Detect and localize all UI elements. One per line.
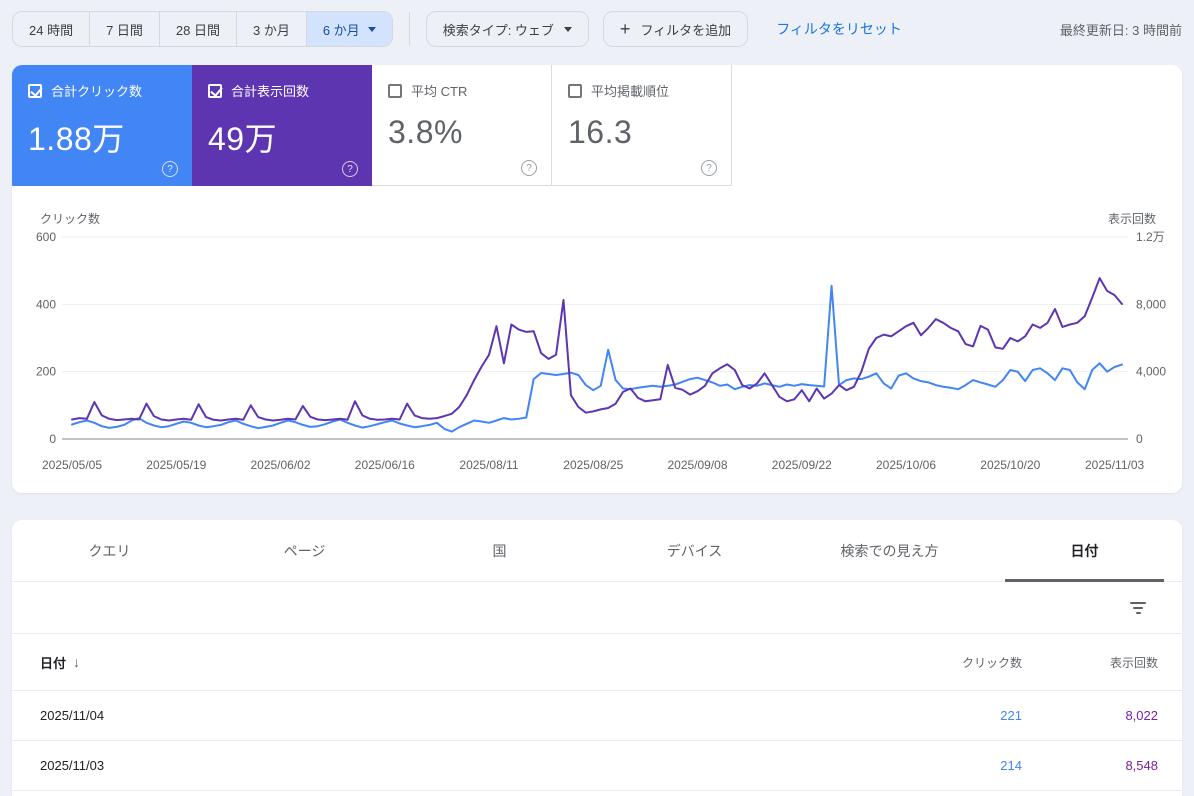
sort-descending-icon: ↓ — [73, 654, 81, 670]
checkbox-checked-icon[interactable] — [208, 83, 222, 98]
tab-ページ[interactable]: ページ — [207, 520, 402, 581]
tab-active-日付[interactable]: 日付 — [987, 520, 1182, 582]
svg-text:2025/10/20: 2025/10/20 — [980, 458, 1040, 472]
reset-filters-link[interactable]: フィルタをリセット — [776, 19, 902, 39]
table-row[interactable]: 2025/11/03 214 8,548 — [12, 741, 1182, 791]
date-column-header[interactable]: 日付 ↓ — [40, 653, 892, 672]
table-body: 2025/11/04 221 8,022 2025/11/03 214 8,548 — [12, 691, 1182, 791]
svg-text:0: 0 — [1136, 432, 1143, 446]
tab-デバイス[interactable]: デバイス — [597, 520, 792, 581]
help-icon[interactable]: ? — [162, 161, 178, 177]
svg-text:2025/09/22: 2025/09/22 — [772, 458, 832, 472]
clicks-column-header[interactable]: クリック数 — [892, 654, 1022, 671]
performance-panel: 合計クリック数 1.88万 ? 合計表示回数 49万 ? 平均 CTR 3.8%… — [12, 65, 1182, 493]
total-clicks-value: 1.88万 — [28, 121, 125, 157]
svg-text:8,000: 8,000 — [1136, 297, 1166, 311]
table-header-row: 日付 ↓ クリック数 表示回数 — [12, 634, 1182, 691]
plus-icon: + — [619, 19, 631, 39]
last-updated-text: 最終更新日: 3 時間前 — [1059, 22, 1182, 38]
svg-text:2025/11/03: 2025/11/03 — [1085, 458, 1144, 472]
date-range-chip[interactable]: 7 日間 — [89, 12, 159, 46]
toolbar-divider — [408, 12, 410, 46]
total-impressions-label: 合計表示回数 — [231, 84, 310, 99]
date-range-chip[interactable]: 3 か月 — [236, 12, 306, 46]
dimension-tabs: クエリ ページ国デバイス 検索での見え方 日付 — [12, 520, 1182, 582]
svg-text:2025/08/25: 2025/08/25 — [563, 458, 623, 472]
date-range-chip[interactable]: 24 時間 — [13, 12, 89, 46]
row-impressions-value: 8,548 — [1125, 758, 1158, 773]
table-row[interactable]: 2025/11/04 221 8,022 — [12, 691, 1182, 741]
row-date: 2025/11/03 — [40, 758, 105, 773]
total-clicks-label: 合計クリック数 — [51, 84, 143, 99]
tab-国[interactable]: 国 — [402, 520, 597, 581]
checkbox-unchecked-icon[interactable] — [388, 83, 402, 98]
svg-text:2025/05/19: 2025/05/19 — [146, 458, 206, 472]
row-clicks-value: 214 — [1000, 758, 1022, 773]
search-type-label: 検索タイプ: ウェブ — [442, 22, 554, 38]
filter-toolbar: 24 時間 7 日間 28 日間 3 か月 6 か月 検索タイプ: ウェブ + フィルタ… — [0, 0, 1194, 48]
metric-cards-row: 合計クリック数 1.88万 ? 合計表示回数 49万 ? 平均 CTR 3.8%… — [12, 65, 1182, 186]
svg-text:200: 200 — [36, 365, 56, 379]
row-clicks-value: 221 — [1000, 708, 1022, 723]
performance-chart: クリック数 表示回数 0 200 400 600 0 4,000 8,000 1.2万 2025… — [12, 186, 1182, 481]
average-ctr-value: 3.8% — [388, 114, 463, 150]
add-filter-label: フィルタを追加 — [640, 22, 732, 38]
total-clicks-card[interactable]: 合計クリック数 1.88万 ? — [12, 65, 192, 186]
dimensions-panel: クエリ ページ国デバイス 検索での見え方 日付 日付 ↓ クリック数 表示回数 202… — [12, 520, 1182, 796]
total-impressions-value: 49万 — [208, 121, 278, 157]
svg-text:1.2万: 1.2万 — [1136, 230, 1165, 244]
svg-text:2025/05/05: 2025/05/05 — [42, 458, 102, 472]
average-ctr-label: 平均 CTR — [411, 84, 468, 99]
help-icon[interactable]: ? — [342, 161, 358, 177]
add-filter-button[interactable]: + フィルタを追加 — [602, 11, 749, 47]
svg-text:2025/06/02: 2025/06/02 — [250, 458, 310, 472]
chevron-down-icon — [563, 26, 572, 32]
search-type-dropdown[interactable]: 検索タイプ: ウェブ — [425, 11, 589, 47]
tab-検索での見え方[interactable]: 検索での見え方 — [792, 520, 987, 581]
total-impressions-card[interactable]: 合計表示回数 49万 ? — [192, 65, 372, 186]
clicks-impressions-line-chart[interactable]: 0 200 400 600 0 4,000 8,000 1.2万 2025/05/05 2025/… — [12, 229, 1182, 481]
svg-text:400: 400 — [36, 297, 56, 311]
help-icon[interactable]: ? — [521, 160, 537, 176]
svg-text:2025/10/06: 2025/10/06 — [876, 458, 936, 472]
chevron-down-icon — [367, 26, 376, 32]
right-axis-title: 表示回数 — [1107, 212, 1156, 226]
row-impressions-value: 8,022 — [1125, 708, 1158, 723]
svg-text:600: 600 — [36, 230, 56, 244]
average-position-card[interactable]: 平均掲載順位 16.3 ? — [552, 65, 732, 186]
row-date: 2025/11/04 — [40, 708, 105, 723]
tab-クエリ[interactable]: クエリ — [12, 520, 207, 581]
svg-text:2025/08/11: 2025/08/11 — [459, 458, 518, 472]
average-position-value: 16.3 — [568, 114, 633, 150]
svg-text:4,000: 4,000 — [1136, 365, 1166, 379]
help-icon[interactable]: ? — [701, 160, 717, 176]
date-range-group: 24 時間 7 日間 28 日間 3 か月 6 か月 — [12, 11, 393, 47]
checkbox-unchecked-icon[interactable] — [568, 83, 582, 98]
impressions-column-header[interactable]: 表示回数 — [1022, 654, 1158, 671]
average-position-label: 平均掲載順位 — [591, 84, 670, 99]
average-ctr-card[interactable]: 平均 CTR 3.8% ? — [372, 65, 552, 186]
table-filter-row — [12, 582, 1182, 634]
svg-text:2025/09/08: 2025/09/08 — [667, 458, 727, 472]
left-axis-title: クリック数 — [40, 212, 101, 226]
svg-text:2025/06/16: 2025/06/16 — [355, 458, 415, 472]
date-range-chip-selected[interactable]: 6 か月 — [305, 12, 392, 46]
filter-list-icon[interactable] — [1130, 601, 1146, 614]
checkbox-checked-icon[interactable] — [28, 83, 42, 98]
svg-text:0: 0 — [49, 432, 56, 446]
date-range-chip[interactable]: 28 日間 — [158, 12, 236, 46]
